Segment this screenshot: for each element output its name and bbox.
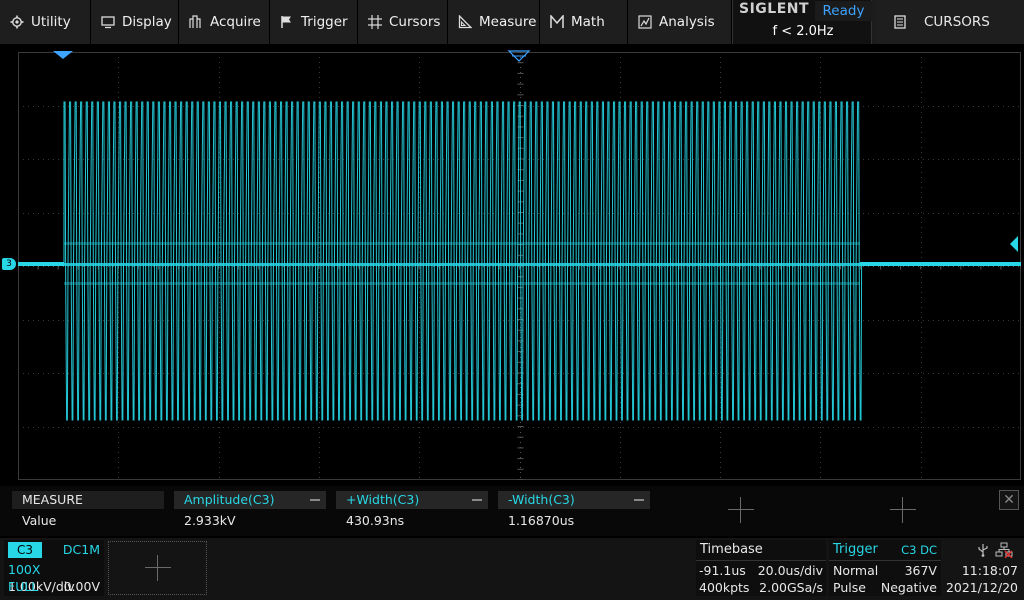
channel-3-trace bbox=[18, 101, 1021, 421]
ringing-band bbox=[64, 282, 860, 285]
acquisition-status: Ready bbox=[815, 1, 872, 21]
horizontal-delay: -91.1us bbox=[699, 563, 746, 578]
channel-coupling: DC1M bbox=[62, 542, 100, 557]
clock-time: 11:18:07 bbox=[961, 563, 1018, 578]
menu-cursors[interactable]: Cursors bbox=[358, 0, 448, 44]
cursor-grid-icon bbox=[368, 15, 382, 29]
menu-acquire[interactable]: Acquire bbox=[179, 0, 270, 44]
menu-measure-label: Measure bbox=[479, 14, 537, 30]
minus-width-value: 1.16870us bbox=[508, 513, 575, 528]
sample-rate: 2.00GSa/s bbox=[759, 580, 823, 595]
channel-3-info[interactable]: C3 DC1M 100X 1.00kV/div FULL 0.00V bbox=[4, 540, 104, 596]
amplitude-value: 2.933kV bbox=[184, 513, 236, 528]
timebase-panel[interactable]: Timebase -91.1us 20.0us/div 400kpts 2.00… bbox=[696, 540, 826, 596]
cursors-panel-label: CURSORS bbox=[924, 14, 990, 30]
channel-name: C3 bbox=[8, 542, 42, 558]
add-channel-slot[interactable] bbox=[108, 541, 207, 595]
system-status: 11:18:07 2021/12/20 bbox=[944, 540, 1022, 596]
add-measure-slot-2[interactable] bbox=[890, 497, 916, 523]
menu-math-label: Math bbox=[571, 14, 605, 30]
trigger-frequency: f < 2.0Hz bbox=[772, 24, 834, 39]
acquire-icon bbox=[189, 15, 201, 28]
menu-analysis[interactable]: Analysis bbox=[628, 0, 732, 44]
remove-icon[interactable] bbox=[634, 499, 644, 501]
burst-baseline bbox=[64, 263, 860, 266]
horizontal-scale: 20.0us/div bbox=[757, 563, 823, 578]
add-measure-slot-1[interactable] bbox=[728, 497, 754, 523]
channel-3-marker-label: 3 bbox=[6, 259, 12, 269]
bandwidth-limit: FULL bbox=[8, 579, 39, 594]
channel-3-offset-marker[interactable]: 3 bbox=[2, 258, 16, 270]
trigger-level: 367V bbox=[904, 563, 937, 578]
math-icon bbox=[550, 15, 564, 28]
menu-utility[interactable]: Utility bbox=[0, 0, 91, 44]
menu-analysis-label: Analysis bbox=[659, 14, 715, 30]
analysis-icon bbox=[638, 15, 652, 29]
measure-item-minus-width[interactable]: -Width(C3) bbox=[498, 491, 650, 509]
gear-icon bbox=[10, 15, 24, 29]
waveform-path bbox=[18, 101, 1021, 421]
measure-item-amplitude[interactable]: Amplitude(C3) bbox=[174, 491, 326, 509]
menu-trigger-label: Trigger bbox=[301, 14, 348, 30]
usb-icon bbox=[978, 544, 988, 557]
document-icon bbox=[894, 15, 906, 29]
measure-item-plus-width[interactable]: +Width(C3) bbox=[336, 491, 488, 509]
menu-bar: Utility Display Acquire Trigger Cursors … bbox=[0, 0, 1024, 44]
cursors-panel-button[interactable]: CURSORS bbox=[876, 0, 1024, 44]
measure-row-label: Value bbox=[22, 513, 57, 528]
status-panel: SIGLENT Ready f < 2.0Hz bbox=[732, 0, 872, 44]
plus-width-name: +Width(C3) bbox=[346, 492, 420, 507]
measure-panel: MEASURE Value Amplitude(C3) 2.933kV +Wid… bbox=[0, 486, 1024, 536]
add-icon bbox=[145, 555, 171, 581]
trigger-title: Trigger bbox=[833, 542, 878, 557]
ruler-triangle-icon bbox=[458, 15, 472, 29]
timebase-title: Timebase bbox=[700, 542, 763, 557]
trigger-mode: Normal bbox=[833, 563, 879, 578]
plus-width-value: 430.93ns bbox=[346, 513, 405, 528]
menu-math[interactable]: Math bbox=[540, 0, 628, 44]
trigger-source: C3 DC bbox=[901, 543, 937, 557]
baseline-band bbox=[860, 262, 1021, 266]
ringing-band bbox=[64, 242, 860, 245]
channel-offset: 0.00V bbox=[63, 579, 100, 594]
remove-icon[interactable] bbox=[310, 499, 320, 501]
menu-cursors-label: Cursors bbox=[389, 14, 441, 30]
menu-display[interactable]: Display bbox=[91, 0, 179, 44]
remove-icon[interactable] bbox=[472, 499, 482, 501]
baseline-band bbox=[18, 262, 64, 266]
close-icon[interactable]: ✕ bbox=[999, 490, 1019, 510]
brand-logo: SIGLENT bbox=[739, 1, 810, 17]
menu-measure[interactable]: Measure bbox=[448, 0, 540, 44]
trigger-panel[interactable]: Trigger C3 DC Normal 367V Pulse Negative bbox=[829, 540, 941, 596]
menu-acquire-label: Acquire bbox=[210, 14, 261, 30]
measure-title: MEASURE bbox=[12, 491, 164, 509]
probe-ratio: 100X bbox=[8, 562, 41, 577]
menu-display-label: Display bbox=[122, 14, 172, 30]
amplitude-name: Amplitude(C3) bbox=[184, 492, 275, 507]
menu-trigger[interactable]: Trigger bbox=[270, 0, 358, 44]
waveform-display[interactable] bbox=[18, 52, 1021, 480]
trigger-polarity: Negative bbox=[880, 580, 937, 595]
network-disconnected-icon bbox=[995, 542, 1013, 558]
trigger-type: Pulse bbox=[833, 580, 866, 595]
monitor-icon bbox=[101, 16, 115, 29]
minus-width-name: -Width(C3) bbox=[508, 492, 575, 507]
clock-date: 2021/12/20 bbox=[945, 580, 1018, 595]
memory-depth: 400kpts bbox=[699, 580, 750, 595]
flag-icon bbox=[281, 16, 291, 28]
menu-utility-label: Utility bbox=[31, 14, 71, 30]
